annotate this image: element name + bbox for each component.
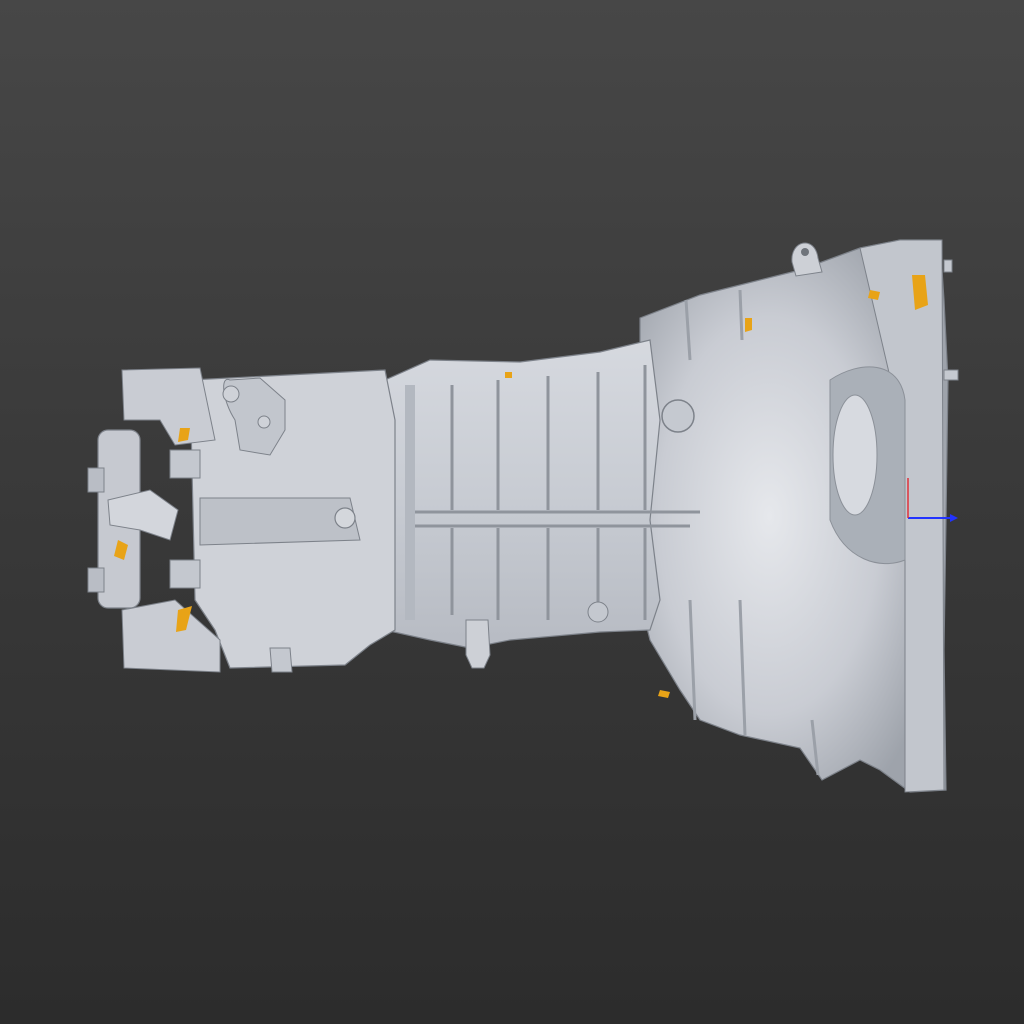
3d-viewport[interactable] bbox=[0, 0, 1024, 1024]
bell-housing bbox=[639, 239, 959, 793]
rear-extension bbox=[87, 367, 396, 673]
scan-canvas[interactable] bbox=[0, 0, 1024, 1024]
